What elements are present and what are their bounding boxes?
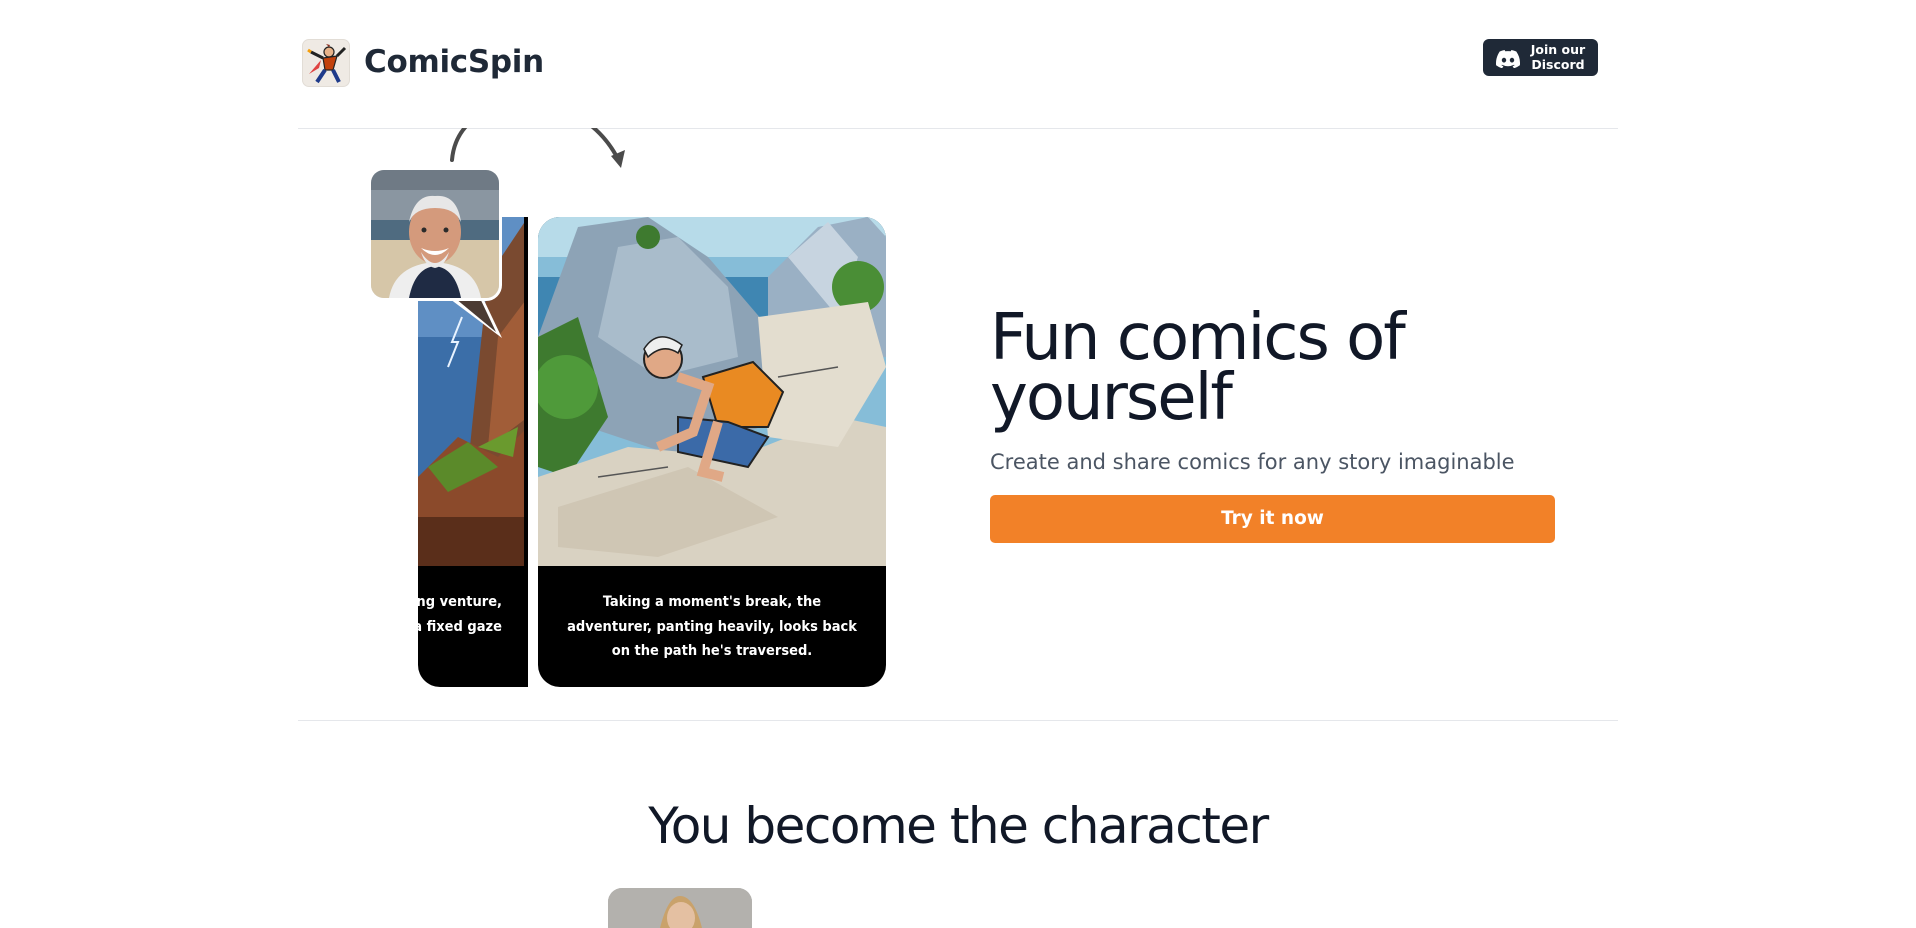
page-container: ComicSpin Join our Discord ng venture, f… — [298, 0, 1618, 928]
comic-hero-logo-icon[interactable] — [302, 39, 350, 87]
user-photo-avatar — [368, 167, 502, 301]
discord-button-label: Join our Discord — [1530, 42, 1586, 72]
hero-subtitle: Create and share comics for any story im… — [990, 450, 1515, 474]
brand-name[interactable]: ComicSpin — [364, 44, 544, 80]
site-header: ComicSpin Join our Discord — [298, 0, 1618, 129]
try-it-now-button[interactable]: Try it now — [990, 495, 1555, 543]
hero-title: Fun comics of yourself — [990, 301, 1406, 435]
character-photo-avatar — [608, 888, 752, 928]
hero-section: ng venture, n a fixed gaze — [298, 128, 1618, 721]
comic-panel-current-caption: Taking a moment's break, the adventurer,… — [567, 594, 857, 659]
join-discord-button[interactable]: Join our Discord — [1483, 39, 1598, 76]
section-title-character: You become the character — [648, 797, 1269, 855]
discord-icon — [1496, 50, 1520, 68]
comic-panel-previous-caption: ng venture, n a fixed gaze — [418, 594, 502, 635]
